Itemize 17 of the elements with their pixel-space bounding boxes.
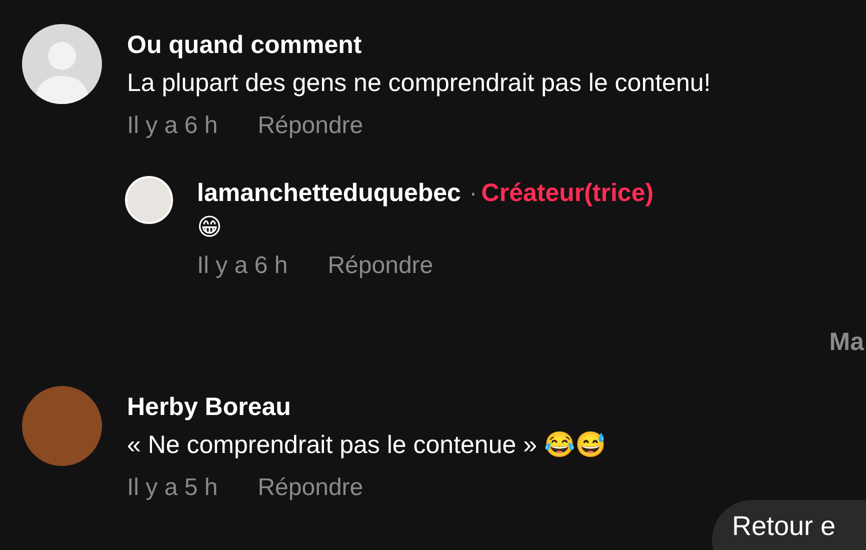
back-button[interactable]: Retour e bbox=[712, 500, 866, 550]
hide-link[interactable]: Ma bbox=[829, 324, 866, 358]
timestamp: Il y a 6 h bbox=[127, 111, 218, 141]
separator-dot: · bbox=[468, 178, 478, 209]
creator-label: Créateur(trice) bbox=[481, 178, 654, 209]
photo-placeholder bbox=[125, 176, 173, 224]
timestamp: Il y a 5 h bbox=[127, 473, 218, 503]
reply-link[interactable]: Répondre bbox=[258, 470, 364, 506]
username[interactable]: lamanchetteduquebec bbox=[197, 176, 461, 210]
reply-link[interactable]: Répondre bbox=[328, 248, 434, 284]
username[interactable]: Herby Boreau bbox=[127, 390, 606, 424]
username[interactable]: Ou quand comment bbox=[127, 28, 711, 62]
reply-link[interactable]: Répondre bbox=[258, 108, 364, 144]
comment-text: La plupart des gens ne comprendrait pas le contenu! bbox=[127, 68, 711, 99]
timestamp: Il y a 6 h bbox=[197, 251, 288, 281]
comment-text: « Ne comprendrait pas le contenue » 😂😅 bbox=[127, 430, 606, 461]
comment-text: 😁 bbox=[197, 212, 224, 243]
